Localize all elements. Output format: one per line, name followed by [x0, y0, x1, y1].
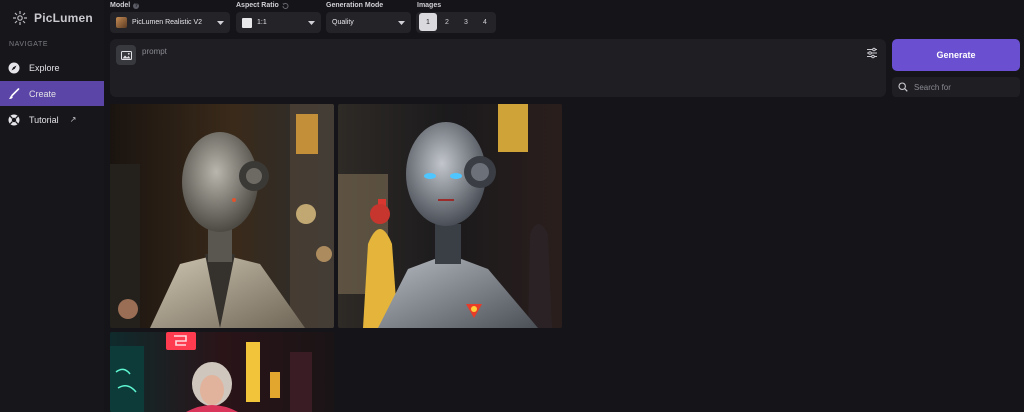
generation-mode-value: Quality: [332, 19, 354, 26]
generation-mode-select[interactable]: Quality: [326, 12, 411, 33]
generation-mode-label: Generation Mode: [326, 2, 384, 9]
lifebuoy-icon: [8, 114, 20, 126]
aspect-ratio-select[interactable]: 1:1: [236, 12, 321, 33]
image-upload-button[interactable]: [116, 45, 136, 65]
sidebar-item-create[interactable]: Create: [0, 81, 104, 106]
app-name: PicLumen: [34, 11, 93, 25]
prompt-input[interactable]: [142, 43, 842, 59]
chevron-down-icon: [308, 20, 315, 25]
app-logo[interactable]: PicLumen: [12, 10, 93, 26]
sidebar-item-label: Tutorial: [29, 114, 59, 125]
chevron-down-icon: [398, 20, 405, 25]
model-thumbnail: [116, 17, 127, 28]
image-icon: [120, 50, 132, 60]
aspect-ratio-label: Aspect Ratio: [236, 2, 289, 9]
images-option-2[interactable]: 2: [438, 13, 456, 31]
external-link-icon: ↗: [69, 115, 77, 124]
sidebar-item-label: Create: [29, 88, 57, 99]
images-option-3[interactable]: 3: [457, 13, 475, 31]
ratio-square-icon: [242, 17, 252, 28]
piclumen-logo-icon: [13, 11, 27, 25]
reset-icon[interactable]: [282, 2, 289, 9]
sidebar: PicLumen NAVIGATE Explore Create Tutoria…: [0, 0, 104, 412]
sidebar-item-tutorial[interactable]: Tutorial ↗: [0, 107, 104, 132]
model-value: PicLumen Realistic V2: [132, 19, 203, 26]
sidebar-item-explore[interactable]: Explore: [0, 55, 104, 80]
info-icon[interactable]: ?: [133, 2, 140, 9]
aspect-ratio-value: 1:1: [257, 19, 267, 26]
model-label: Model ?: [110, 2, 140, 9]
images-label: Images: [417, 2, 442, 9]
search-input[interactable]: [914, 82, 1014, 92]
brush-icon: [8, 87, 20, 100]
compass-icon: [8, 62, 20, 74]
generated-image-android-trenchcoat[interactable]: [110, 104, 334, 328]
search-icon: [898, 82, 908, 92]
images-option-4[interactable]: 4: [476, 13, 494, 31]
sliders-icon[interactable]: [866, 47, 878, 59]
generate-button[interactable]: Generate: [892, 39, 1020, 71]
images-option-1[interactable]: 1: [419, 13, 437, 31]
chevron-down-icon: [217, 20, 224, 25]
sidebar-item-label: Explore: [29, 62, 60, 73]
nav-heading: NAVIGATE: [9, 41, 49, 48]
generated-image-android-blue-eyes[interactable]: [338, 104, 562, 328]
search-box: [892, 77, 1020, 97]
prompt-area: [110, 39, 886, 97]
generated-image-neon-street-woman[interactable]: [110, 332, 334, 412]
model-select[interactable]: PicLumen Realistic V2: [110, 12, 230, 33]
